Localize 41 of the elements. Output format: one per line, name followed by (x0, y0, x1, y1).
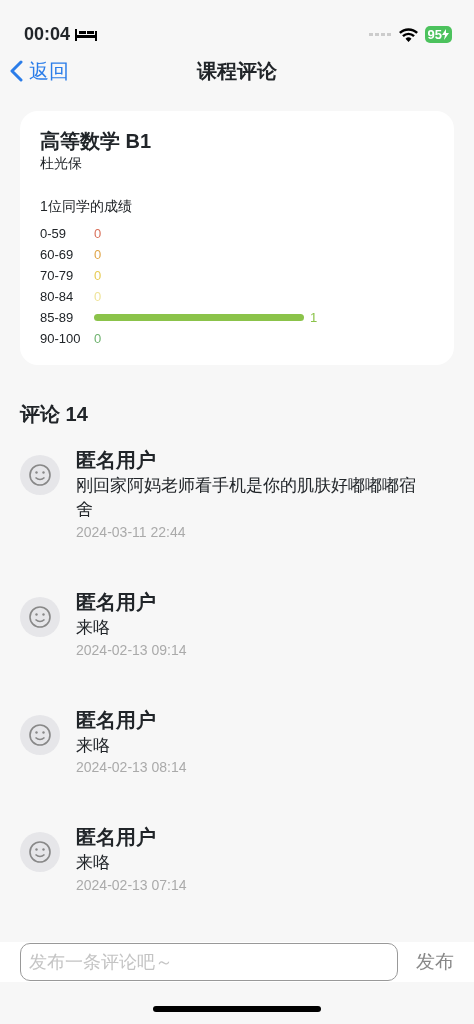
user-name: 匿名用户 (76, 448, 157, 474)
comment-text: 来咯 (76, 852, 111, 875)
grade-count: 0 (94, 245, 102, 264)
grade-count: 1 (310, 308, 318, 327)
avatar-icon (20, 596, 60, 637)
chevron-left-icon (10, 60, 23, 83)
comment-text: 来咯 (76, 734, 111, 757)
battery-indicator: 95 (424, 26, 452, 44)
grade-range: 70-79 (40, 266, 75, 285)
grade-count: 0 (94, 224, 102, 243)
comments-heading: 评论 14 (20, 402, 89, 428)
comment-date: 2024-02-13 07:14 (76, 876, 188, 896)
grade-summary: 1位同学的成绩 (40, 197, 133, 217)
signal-icon (368, 32, 391, 37)
avatar-icon (20, 455, 60, 496)
submit-button[interactable]: 发布 (416, 947, 454, 977)
user-name: 匿名用户 (76, 825, 157, 851)
comment-date: 2024-02-13 08:14 (76, 758, 188, 778)
avatar-icon (20, 832, 60, 873)
grade-range: 0-59 (40, 224, 68, 243)
comment-date: 2024-02-13 09:14 (76, 640, 188, 660)
course-name: 高等数学 B1 (40, 129, 153, 154)
grade-count: 0 (94, 266, 102, 285)
back-button[interactable]: 返回 (10, 56, 69, 87)
teacher-name: 杜光保 (40, 154, 83, 174)
comment-date: 2024-03-11 22:44 (76, 522, 187, 542)
wifi-icon (398, 27, 418, 42)
user-name: 匿名用户 (76, 707, 157, 733)
page-title: 课程评论 (197, 59, 277, 85)
grade-range: 80-84 (40, 287, 75, 306)
grade-range: 85-89 (40, 308, 75, 327)
comment-text: 来咯 (76, 616, 111, 639)
grade-range: 60-69 (40, 245, 75, 264)
bed-icon (75, 28, 98, 42)
grade-count: 0 (94, 287, 102, 306)
grade-count: 0 (94, 329, 102, 348)
comment-text: 刚回家阿妈老师看手机是你的肌肤好嘟嘟嘟宿舍 (76, 475, 417, 521)
clock-time: 00:04 (24, 23, 71, 47)
grade-range: 90-100 (40, 329, 82, 348)
avatar-icon (20, 714, 60, 755)
user-name: 匿名用户 (76, 589, 157, 615)
